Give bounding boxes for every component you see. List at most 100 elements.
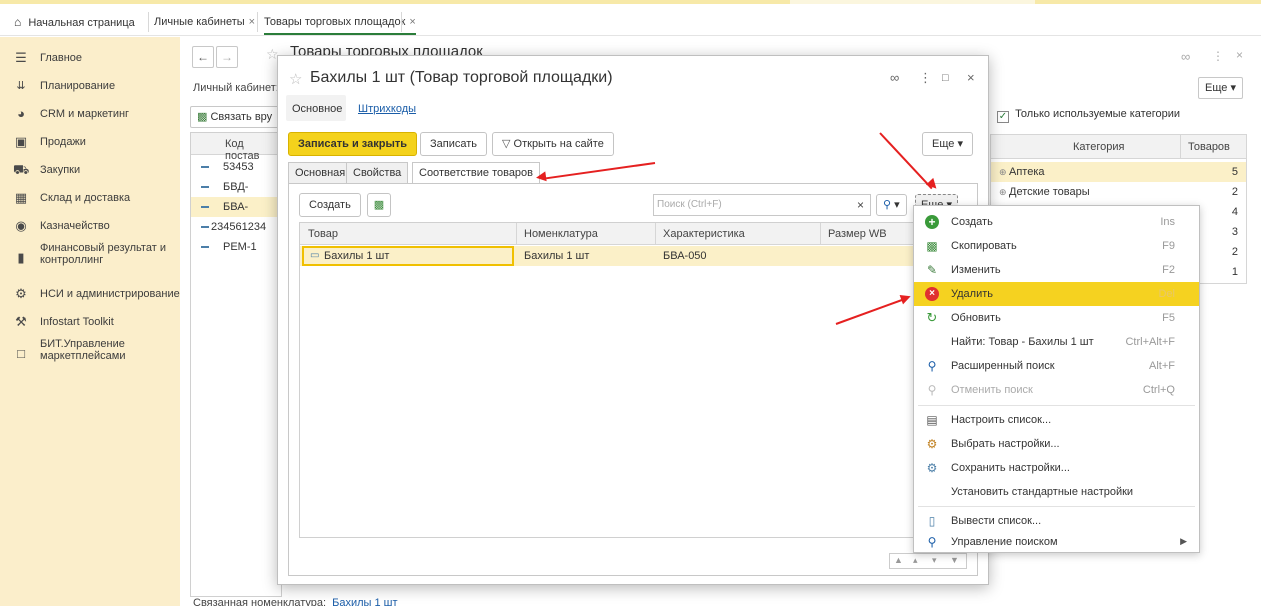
first-page-icon[interactable]: ▲ <box>894 555 903 565</box>
tab-matching[interactable]: Соответствие товаров <box>412 162 541 185</box>
menu-item-cancel-search[interactable]: ⚲ Отменить поиск Ctrl+Q <box>914 378 1199 402</box>
menu-item-advanced-search[interactable]: ⚲ Расширенный поиск Alt+F <box>914 354 1199 378</box>
sidebar-item-crm[interactable]: ◕ CRM и маркетинг <box>0 101 180 129</box>
tab-goods[interactable]: Товары торговых площадок × <box>264 11 416 35</box>
menu-item-copy[interactable]: ▩ Скопировать F9 <box>914 234 1199 258</box>
clear-icon[interactable]: × <box>857 195 864 215</box>
sidebar-item-planning[interactable]: ⇊ Планирование <box>0 73 180 101</box>
close-icon[interactable]: × <box>1236 48 1243 62</box>
table-row[interactable]: 53453 <box>191 157 281 177</box>
column-header-category[interactable]: Категория <box>1073 141 1124 153</box>
search-button[interactable]: ⚲ ▾ <box>876 194 907 216</box>
menu-item-configure-list[interactable]: ▤ Настроить список... <box>914 408 1199 432</box>
link-button[interactable]: ▩ Связать вру <box>190 106 280 128</box>
menu-item-delete[interactable]: × Удалить Del <box>914 282 1199 306</box>
table-row[interactable]: БВД- <box>191 177 281 197</box>
treasury-icon: ◉ <box>15 218 27 233</box>
link-icon[interactable]: ∞ <box>1181 49 1190 64</box>
column-header-characteristic[interactable]: Характеристика <box>663 228 745 240</box>
menu-item-reset-settings[interactable]: Установить стандартные настройки <box>914 480 1199 504</box>
sales-icon: ▣ <box>14 134 28 149</box>
tab-properties[interactable]: Свойства <box>346 162 409 184</box>
menu-item-find[interactable]: Найти: Товар - Бахилы 1 шт Ctrl+Alt+F <box>914 330 1199 354</box>
expand-icon[interactable]: ⊕ <box>999 187 1007 198</box>
export-list-icon: ▯ <box>928 514 936 528</box>
column-header-nomenclature[interactable]: Номенклатура <box>524 228 598 240</box>
sidebar-item-main[interactable]: ☰ Главное <box>0 45 180 73</box>
tab-home[interactable]: ⌂ Начальная страница <box>14 11 135 33</box>
save-settings-icon: ⚙ <box>926 461 938 475</box>
chat-icon: □ <box>17 346 25 361</box>
table-row[interactable]: ▭ Бахилы 1 шт Бахилы 1 шт БВА-050 <box>300 246 966 266</box>
link-icon[interactable]: ∞ <box>890 70 899 85</box>
prev-page-icon[interactable]: ▴ <box>913 555 918 566</box>
forward-button[interactable]: → <box>216 46 238 68</box>
table-row[interactable]: РЕМ-1 <box>191 237 281 257</box>
chart-icon: ▮ <box>17 250 25 265</box>
menu-item-refresh[interactable]: ↻ Обновить F5 <box>914 306 1199 330</box>
crm-icon: ◕ <box>17 106 25 121</box>
close-icon[interactable]: × <box>409 16 415 28</box>
tab-basic[interactable]: Основная <box>288 162 353 184</box>
next-page-icon[interactable]: ▾ <box>932 555 937 566</box>
more-button[interactable]: Еще ▾ <box>1198 77 1243 99</box>
favorite-star-icon[interactable]: ☆ <box>289 70 302 88</box>
last-page-icon[interactable]: ▼ <box>950 555 959 565</box>
related-link[interactable]: Бахилы 1 шт <box>332 597 397 606</box>
menu-item-create[interactable]: + Создать Ins <box>914 210 1199 234</box>
cancel-search-icon: ⚲ <box>927 383 937 397</box>
column-header-count[interactable]: Товаров <box>1188 141 1230 153</box>
matching-table: Товар Номенклатура Характеристика Размер… <box>299 222 967 538</box>
cabinet-label: Личный кабинет: <box>193 82 279 94</box>
home-icon: ⌂ <box>14 15 22 29</box>
more-vertical-icon[interactable]: ⋮ <box>919 70 932 86</box>
sidebar-item-admin[interactable]: ⚙ НСИ и администрирование <box>0 281 180 309</box>
sidebar-item-infostart[interactable]: ⚒ Infostart Toolkit <box>0 309 180 337</box>
more-dropdown-menu: + Создать Ins ▩ Скопировать F9 ✎ Изменит… <box>913 205 1200 553</box>
tab-cabinets[interactable]: Личные кабинеты × <box>154 11 255 33</box>
list-item[interactable]: ⊕ Аптека 5 <box>991 162 1246 182</box>
open-site-button[interactable]: ▽ Открыть на сайте <box>492 132 614 156</box>
table-row[interactable]: БВА- <box>191 197 281 217</box>
checkbox-icon: ✓ <box>997 111 1009 123</box>
back-button[interactable]: ← <box>192 46 214 68</box>
goods-table: Код постав 53453 БВД- БВА- 234561234 РЕМ… <box>190 132 282 597</box>
chevron-down-icon: ▾ <box>1230 82 1236 94</box>
nav-barcodes[interactable]: Штрихкоды <box>358 103 416 115</box>
advanced-search-icon: ⚲ <box>927 359 937 373</box>
list-item[interactable]: ⊕ Детские товары 2 <box>991 182 1246 202</box>
sidebar-item-warehouse[interactable]: ▦ Склад и доставка <box>0 185 180 213</box>
only-used-checkbox[interactable]: ✓ Только используемые категории <box>997 108 1180 123</box>
sidebar-item-finance[interactable]: ▮ Финансовый результат и контроллинг <box>0 241 180 275</box>
menu-item-search-manage[interactable]: ⚲ Управление поиском ▶ <box>914 530 1199 554</box>
save-close-button[interactable]: Записать и закрыть <box>288 132 418 156</box>
column-header-product[interactable]: Товар <box>308 228 338 240</box>
close-icon[interactable]: × <box>249 16 255 28</box>
save-button[interactable]: Записать <box>420 132 488 156</box>
plus-circle-icon: + <box>925 215 939 229</box>
search-input[interactable]: Поиск (Ctrl+F) × <box>653 194 871 216</box>
chevron-down-icon: ▾ <box>957 138 963 150</box>
table-row[interactable]: 234561234 <box>191 217 281 237</box>
sidebar-item-marketplaces[interactable]: □ БИТ.Управление маркетплейсами <box>0 337 180 371</box>
sidebar-item-sales[interactable]: ▣ Продажи <box>0 129 180 157</box>
expand-icon[interactable]: ⊕ <box>999 167 1007 178</box>
copy-icon[interactable]: ▩ <box>367 193 391 217</box>
column-header-size[interactable]: Размер WB <box>828 228 887 240</box>
create-button[interactable]: Создать <box>299 193 361 217</box>
sidebar-item-purchases[interactable]: ⛟ Закупки <box>0 157 180 185</box>
annotation-arrowhead <box>535 171 547 183</box>
dialog-more-button[interactable]: Еще ▾ <box>922 132 973 156</box>
menu-item-choose-settings[interactable]: ⚙ Выбрать настройки... <box>914 432 1199 456</box>
filter-icon: ▽ <box>502 138 511 150</box>
more-vertical-icon[interactable]: ⋮ <box>1212 49 1224 63</box>
sidebar-item-treasury[interactable]: ◉ Казначейство <box>0 213 180 241</box>
nav-main[interactable]: Основное <box>292 103 342 115</box>
tools-icon: ⚒ <box>15 314 27 329</box>
menu-item-edit[interactable]: ✎ Изменить F2 <box>914 258 1199 282</box>
gear-icon: ⚙ <box>15 286 27 301</box>
menu-item-save-settings[interactable]: ⚙ Сохранить настройки... <box>914 456 1199 480</box>
maximize-icon[interactable]: □ <box>942 72 949 84</box>
delete-icon: × <box>925 287 939 301</box>
close-icon[interactable]: × <box>967 70 975 85</box>
